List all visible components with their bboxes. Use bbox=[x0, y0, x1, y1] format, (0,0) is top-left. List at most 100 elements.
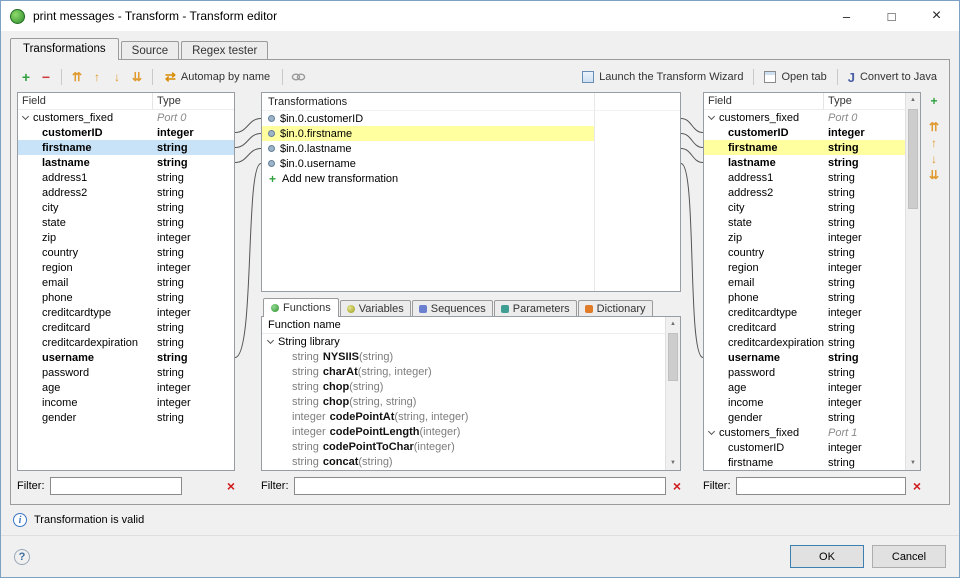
source-field-row[interactable]: customerID integer bbox=[18, 125, 234, 140]
add-mapping-icon[interactable]: + bbox=[17, 68, 35, 86]
move-up-icon[interactable]: ↑ bbox=[88, 68, 106, 86]
scroll-up-icon[interactable]: ▲ bbox=[666, 317, 680, 331]
target-field-row[interactable]: address1 string bbox=[704, 170, 905, 185]
tab-source[interactable]: Source bbox=[120, 41, 180, 60]
transformation-item[interactable]: $in.0.username bbox=[262, 156, 680, 171]
function-item[interactable]: string concat (string) bbox=[262, 454, 665, 469]
target-field-row[interactable]: country string bbox=[704, 245, 905, 260]
field-column-header[interactable]: Field bbox=[704, 93, 824, 109]
target-field-row[interactable]: state string bbox=[704, 215, 905, 230]
target-field-row[interactable]: zip integer bbox=[704, 230, 905, 245]
help-icon[interactable]: ? bbox=[14, 548, 30, 565]
launch-wizard-button[interactable]: Launch the Transform Wizard bbox=[576, 69, 749, 85]
transformation-item[interactable]: $in.0.lastname bbox=[262, 141, 680, 156]
function-item[interactable]: integer codePointAt (string, integer) bbox=[262, 409, 665, 424]
tab-functions[interactable]: Functions bbox=[263, 298, 339, 317]
function-item[interactable]: integer codePointLength (integer) bbox=[262, 424, 665, 439]
target-record-row[interactable]: customers_fixed Port 0 bbox=[704, 110, 905, 125]
source-field-row[interactable]: country string bbox=[18, 245, 234, 260]
target-field-row[interactable]: gender string bbox=[704, 410, 905, 425]
tab-dictionary[interactable]: Dictionary bbox=[577, 300, 653, 317]
chain-icon[interactable] bbox=[289, 68, 307, 86]
scroll-up-icon[interactable]: ▲ bbox=[906, 93, 920, 107]
function-name-header[interactable]: Function name bbox=[262, 317, 680, 334]
clear-filter-icon[interactable]: × bbox=[673, 479, 681, 493]
move-bottom-icon[interactable]: ⇊ bbox=[128, 68, 146, 86]
source-field-row[interactable]: zip integer bbox=[18, 230, 234, 245]
ok-button[interactable]: OK bbox=[790, 545, 864, 568]
move-up-icon[interactable]: ↑ bbox=[926, 135, 943, 151]
source-field-row[interactable]: creditcardexpiration string bbox=[18, 335, 234, 350]
maximize-button[interactable]: □ bbox=[869, 1, 914, 31]
collapse-chevron-icon[interactable] bbox=[266, 336, 275, 344]
target-scrollbar[interactable]: ▲ ▼ bbox=[905, 93, 920, 470]
function-item[interactable]: string NYSIIS (string) bbox=[262, 349, 665, 364]
function-item[interactable]: string codePointToChar (integer) bbox=[262, 439, 665, 454]
tab-regex-tester[interactable]: Regex tester bbox=[181, 41, 269, 60]
remove-mapping-icon[interactable]: − bbox=[37, 68, 55, 86]
target-field-row[interactable]: customerID integer bbox=[704, 125, 905, 140]
target-field-row[interactable]: address2 string bbox=[704, 185, 905, 200]
collapse-chevron-icon[interactable] bbox=[707, 112, 716, 120]
target-field-row[interactable]: password string bbox=[704, 365, 905, 380]
clear-filter-icon[interactable]: × bbox=[227, 479, 235, 493]
minimize-button[interactable]: – bbox=[824, 1, 869, 31]
collapse-chevron-icon[interactable] bbox=[21, 112, 30, 120]
source-field-row[interactable]: creditcard string bbox=[18, 320, 234, 335]
scrollbar-thumb[interactable] bbox=[908, 109, 918, 209]
target-field-row[interactable]: firstname string bbox=[704, 455, 905, 470]
scrollbar-thumb[interactable] bbox=[668, 333, 678, 381]
functions-scrollbar[interactable]: ▲ ▼ bbox=[665, 317, 680, 470]
move-top-icon[interactable]: ⇈ bbox=[926, 119, 943, 135]
target-field-row[interactable]: phone string bbox=[704, 290, 905, 305]
functions-filter-input[interactable] bbox=[293, 477, 666, 495]
move-bottom-icon[interactable]: ⇊ bbox=[926, 167, 943, 183]
type-column-header[interactable]: Type bbox=[153, 93, 234, 109]
source-field-row[interactable]: age integer bbox=[18, 380, 234, 395]
source-field-row[interactable]: address1 string bbox=[18, 170, 234, 185]
move-down-icon[interactable]: ↓ bbox=[926, 151, 943, 167]
function-library-row[interactable]: String library bbox=[262, 334, 665, 349]
target-field-row[interactable]: lastname string bbox=[704, 155, 905, 170]
target-field-row[interactable]: age integer bbox=[704, 380, 905, 395]
automap-button[interactable]: ⇄ Automap by name bbox=[159, 67, 276, 87]
target-field-row[interactable]: city string bbox=[704, 200, 905, 215]
close-button[interactable]: × bbox=[914, 1, 959, 31]
source-field-row[interactable]: phone string bbox=[18, 290, 234, 305]
function-item[interactable]: string chop (string) bbox=[262, 379, 665, 394]
tab-transformations[interactable]: Transformations bbox=[10, 38, 119, 60]
target-field-row[interactable]: username string bbox=[704, 350, 905, 365]
source-field-row[interactable]: email string bbox=[18, 275, 234, 290]
target-field-row[interactable]: creditcardtype integer bbox=[704, 305, 905, 320]
tab-sequences[interactable]: Sequences bbox=[411, 300, 493, 317]
target-record-row[interactable]: customers_fixed Port 1 bbox=[704, 425, 905, 440]
scroll-down-icon[interactable]: ▼ bbox=[666, 456, 680, 470]
target-field-row[interactable]: creditcardexpiration string bbox=[704, 335, 905, 350]
target-filter-input[interactable] bbox=[735, 477, 906, 495]
add-field-icon[interactable]: + bbox=[926, 93, 943, 109]
function-item[interactable]: string charAt (string, integer) bbox=[262, 364, 665, 379]
target-field-row[interactable]: customerID integer bbox=[704, 440, 905, 455]
target-field-row[interactable]: region integer bbox=[704, 260, 905, 275]
source-field-row[interactable]: region integer bbox=[18, 260, 234, 275]
source-field-row[interactable]: address2 string bbox=[18, 185, 234, 200]
tab-variables[interactable]: Variables bbox=[339, 300, 411, 317]
target-field-row[interactable]: email string bbox=[704, 275, 905, 290]
source-field-row[interactable]: firstname string bbox=[18, 140, 234, 155]
function-item[interactable]: string chop (string, string) bbox=[262, 394, 665, 409]
clear-filter-icon[interactable]: × bbox=[913, 479, 921, 493]
source-field-row[interactable]: password string bbox=[18, 365, 234, 380]
type-column-header[interactable]: Type bbox=[824, 93, 905, 109]
source-filter-input[interactable] bbox=[49, 477, 182, 495]
convert-to-java-button[interactable]: J Convert to Java bbox=[842, 68, 943, 87]
source-field-row[interactable]: state string bbox=[18, 215, 234, 230]
field-column-header[interactable]: Field bbox=[18, 93, 153, 109]
source-field-row[interactable]: income integer bbox=[18, 395, 234, 410]
source-field-row[interactable]: gender string bbox=[18, 410, 234, 425]
target-field-row[interactable]: income integer bbox=[704, 395, 905, 410]
source-record-row[interactable]: customers_fixed Port 0 bbox=[18, 110, 234, 125]
source-field-row[interactable]: username string bbox=[18, 350, 234, 365]
collapse-chevron-icon[interactable] bbox=[707, 427, 716, 435]
target-field-row[interactable]: firstname string bbox=[704, 140, 905, 155]
scroll-down-icon[interactable]: ▼ bbox=[906, 456, 920, 470]
